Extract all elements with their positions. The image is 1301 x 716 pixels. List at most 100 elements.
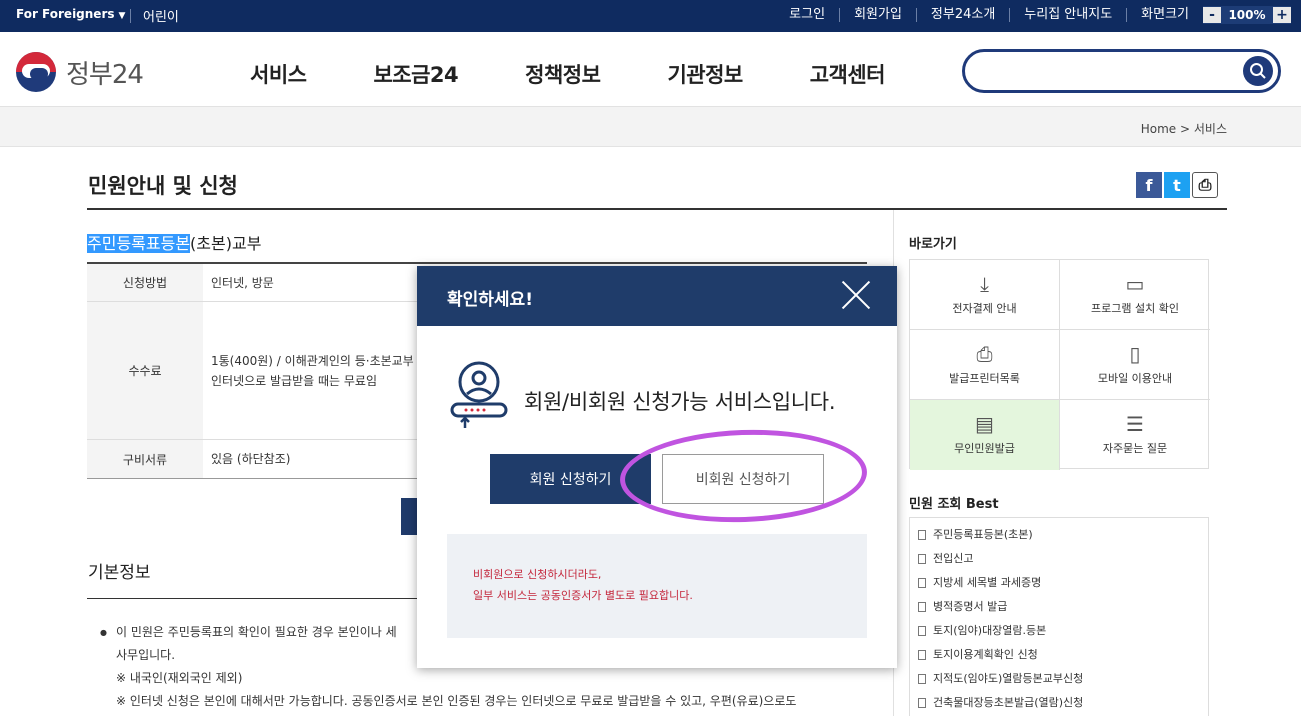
zoom-control: - 100% + (1203, 6, 1291, 24)
quick-link-payment[interactable]: ⤓ 전자결제 안내 (910, 260, 1060, 330)
list-item[interactable]: 지방세 세목별 과세증명 (918, 571, 1208, 595)
dialog-title: 확인하세요! (447, 290, 533, 310)
list-item[interactable]: 토지이용계획확인 신청 (918, 643, 1208, 667)
list-item[interactable]: 병적증명서 발급 (918, 595, 1208, 619)
screen-size-label: 화면크기 (1141, 7, 1189, 22)
nav-item-policy[interactable]: 정책정보 (525, 59, 601, 89)
dialog-message: 회원/비회원 신청가능 서비스입니다. (524, 390, 836, 414)
list-item-label: 지방세 세목별 과세증명 (933, 576, 1042, 589)
selected-text: 주민등록표등본 (87, 234, 191, 253)
print-button[interactable]: ⎙ (1192, 172, 1218, 198)
zoom-value: 100% (1228, 8, 1266, 22)
best-list: 주민등록표등본(초본) 전입신고 지방세 세목별 과세증명 병적증명서 발급 토… (909, 517, 1209, 716)
sitemap-link[interactable]: 누리집 안내지도 (1010, 8, 1128, 22)
share-buttons: f t ⎙ (1134, 172, 1218, 198)
site-logo[interactable]: 정부24 (16, 52, 144, 92)
close-icon[interactable] (839, 278, 873, 312)
quick-link-faq[interactable]: ☰ 자주묻는 질문 (1060, 400, 1210, 470)
chat-icon: ☰ (1126, 412, 1144, 436)
quick-link-label: 전자결제 안내 (952, 301, 1017, 315)
breadcrumb-bar: Home > 서비스 (0, 107, 1301, 147)
list-item-label: 주민등록표등본(초본) (933, 528, 1033, 541)
nav-item-support[interactable]: 고객센터 (810, 59, 886, 89)
zoom-in-button[interactable]: + (1273, 7, 1291, 23)
document-icon (918, 650, 926, 660)
twitter-share-button[interactable]: t (1164, 172, 1190, 198)
guest-apply-button[interactable]: 비회원 신청하기 (662, 454, 824, 504)
confirm-dialog: 확인하세요! 회원/비회원 신청가능 서비스입니다. 회원 신청하기 비회원 신… (417, 266, 897, 668)
zoom-out-button[interactable]: - (1203, 7, 1221, 23)
quick-link-printer[interactable]: ⎙ 발급프린터목록 (910, 330, 1060, 400)
breadcrumb-current[interactable]: 서비스 (1194, 122, 1227, 136)
breadcrumb-home[interactable]: Home (1141, 122, 1176, 136)
table-header-cell: 수수료 (87, 302, 203, 439)
search-button[interactable] (1243, 56, 1273, 86)
service-title-rest: (초본)교부 (190, 234, 262, 253)
nav-item-agency[interactable]: 기관정보 (667, 59, 743, 89)
list-item[interactable]: 전입신고 (918, 547, 1208, 571)
quick-link-label: 모바일 이용안내 (1097, 371, 1173, 385)
top-utility-bar: For Foreigners ▼ 어린이 로그인 회원가입 정부24소개 누리집 … (0, 0, 1301, 32)
site-header: 정부24 서비스 보조금24 정책정보 기관정보 고객센터 (0, 32, 1301, 107)
list-item-label: 토지이용계획확인 신청 (933, 648, 1038, 661)
service-title: 주민등록표등본(초본)교부 (87, 230, 261, 254)
main-nav: 서비스 보조금24 정책정보 기관정보 고객센터 (250, 59, 952, 89)
notice-line: 일부 서비스는 공동인증서가 별도로 필요합니다. (473, 589, 693, 602)
quick-link-kiosk[interactable]: ▤ 무인민원발급 (910, 400, 1060, 470)
quick-links-grid: ⤓ 전자결제 안내 ▭ 프로그램 설치 확인 ⎙ 발급프린터목록 ▯ 모바일 이용안내 … (909, 259, 1210, 470)
quick-links-title: 바로가기 (909, 237, 957, 252)
document-icon (918, 698, 926, 708)
utility-links: 로그인 회원가입 정부24소개 누리집 안내지도 화면크기 - 100% + (775, 6, 1291, 24)
member-apply-button[interactable]: 회원 신청하기 (490, 454, 651, 504)
quick-link-label: 발급프린터목록 (949, 371, 1020, 385)
list-item[interactable]: 토지(임야)대장열람.등본 (918, 619, 1208, 643)
list-item-label: 토지(임야)대장열람.등본 (933, 624, 1047, 637)
best-list-title: 민원 조회 Best (909, 497, 999, 512)
language-label: For Foreigners (16, 7, 115, 21)
download-icon: ⤓ (980, 271, 989, 296)
list-item[interactable]: 지적도(임야도)열람등본교부신청 (918, 667, 1208, 691)
list-item[interactable]: 건축물대장등초본발급(열람)신청 (918, 691, 1208, 715)
login-link[interactable]: 로그인 (775, 8, 841, 22)
kiosk-icon: ▤ (975, 412, 994, 436)
document-icon (918, 530, 926, 540)
logo-text: 정부24 (66, 59, 144, 90)
kids-link[interactable]: 어린이 (143, 6, 179, 25)
search-icon (1250, 63, 1266, 79)
document-icon (918, 674, 926, 684)
about-link[interactable]: 정부24소개 (917, 8, 1011, 22)
user-card-icon (450, 361, 508, 428)
breadcrumb: Home > 서비스 (1141, 120, 1227, 137)
divider (130, 9, 131, 23)
search-input[interactable] (962, 49, 1281, 93)
caret-down-icon: ▼ (118, 11, 126, 21)
table-header-cell: 구비서류 (87, 440, 203, 478)
signup-link[interactable]: 회원가입 (840, 8, 917, 22)
document-icon (918, 554, 926, 564)
nav-item-services[interactable]: 서비스 (250, 59, 307, 89)
language-menu[interactable]: For Foreigners ▼ (16, 7, 125, 21)
document-icon (918, 602, 926, 612)
list-item-label: 건축물대장등초본발급(열람)신청 (933, 696, 1084, 709)
quick-link-mobile[interactable]: ▯ 모바일 이용안내 (1060, 330, 1210, 400)
list-item-label: 병적증명서 발급 (933, 600, 1008, 613)
nav-item-subsidy[interactable]: 보조금24 (373, 59, 458, 89)
list-item[interactable]: 주민등록표등본(초본) (918, 523, 1208, 547)
notice-line: 비회원으로 신청하시더라도, (473, 568, 602, 581)
document-icon (918, 578, 926, 588)
divider (87, 208, 1227, 210)
breadcrumb-separator: > (1179, 122, 1191, 136)
mobile-icon: ▯ (1129, 341, 1141, 366)
quick-link-program[interactable]: ▭ 프로그램 설치 확인 (1060, 260, 1210, 330)
list-item: ※ 인터넷 신청은 본인에 대해서만 가능합니다. 공동인증서로 본인 인증된 … (116, 694, 797, 708)
page-title: 민원안내 및 신청 (88, 174, 238, 198)
monitor-icon: ▭ (1125, 271, 1145, 296)
basic-info-title: 기본정보 (88, 563, 151, 583)
document-icon (918, 626, 926, 636)
quick-link-label: 무인민원발급 (954, 442, 1015, 455)
dialog-header: 확인하세요! (417, 266, 897, 326)
list-item-label: 지적도(임야도)열람등본교부신청 (933, 672, 1084, 685)
facebook-share-button[interactable]: f (1136, 172, 1162, 198)
list-item-label: 전입신고 (933, 552, 974, 565)
table-header-cell: 신청방법 (87, 264, 203, 301)
